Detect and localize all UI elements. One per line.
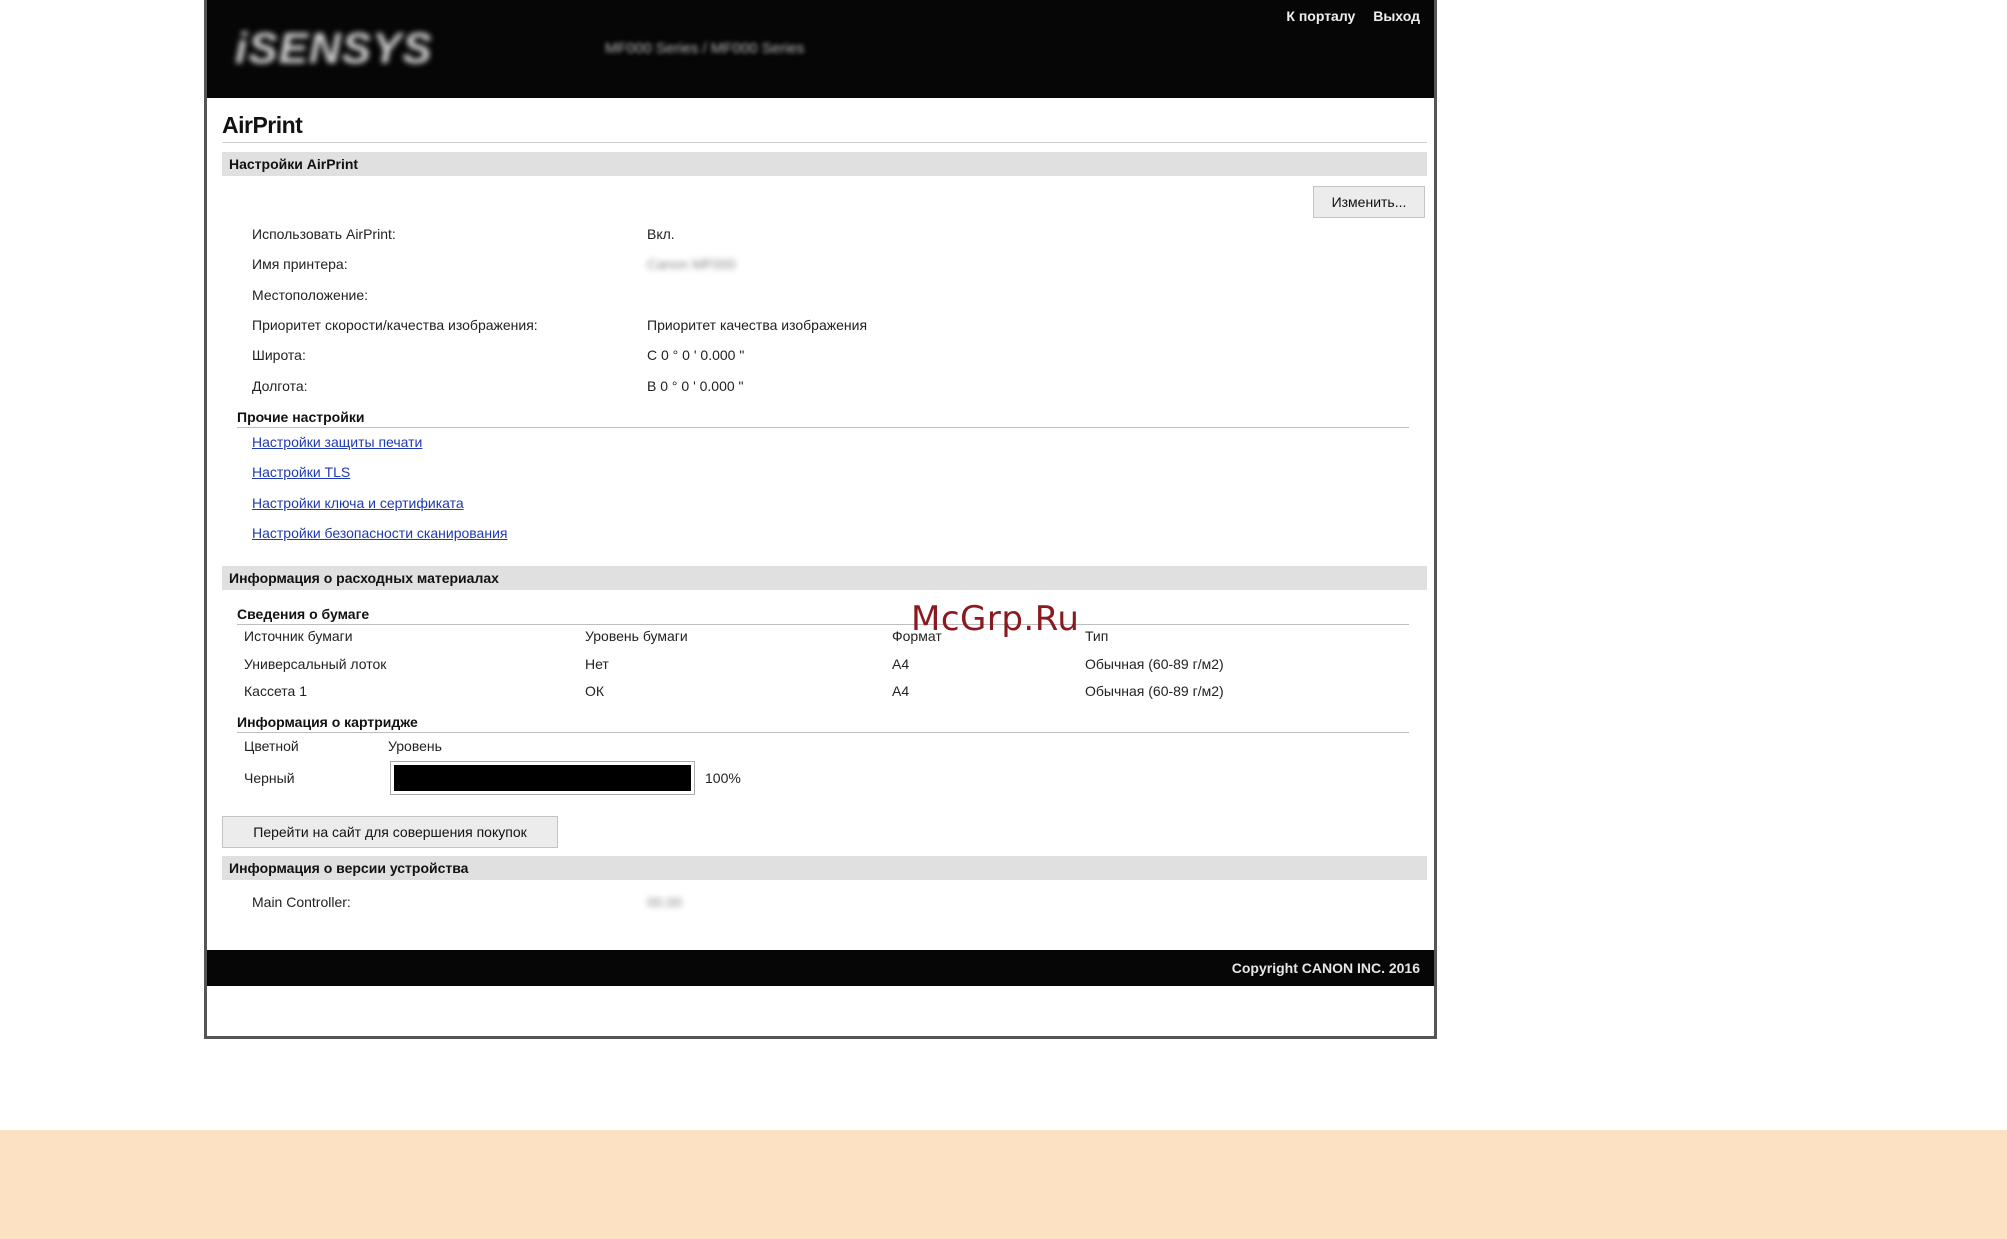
link-tls-settings[interactable]: Настройки TLS [252,464,350,480]
copyright-text: Copyright CANON INC. 2016 [1231,960,1420,976]
latitude-label: Широта: [252,347,306,363]
browser-page: iSENSYS MF000 Series / MF000 Series К по… [204,0,1437,1039]
main-controller-label: Main Controller: [252,894,351,910]
latitude-value: С 0 ° 0 ' 0.000 " [647,347,745,363]
watermark-text: McGrp.Ru [911,599,1080,639]
use-airprint-label: Использовать AirPrint: [252,226,396,242]
paper-info-divider [237,624,1409,625]
toner-level-bar [390,761,695,795]
cartridge-color-black: Черный [244,770,295,786]
longitude-value: В 0 ° 0 ' 0.000 " [647,378,744,394]
table-row-cassette-source: Кассета 1 [244,683,307,699]
table-row-mp-tray-type: Обычная (60-89 г/м2) [1085,656,1224,672]
brand-logo: iSENSYS [235,24,433,73]
other-settings-title: Прочие настройки [237,409,365,425]
title-divider [222,142,1427,143]
section-device-version: Информация о версии устройства [222,856,1427,880]
section-consumables: Информация о расходных материалах [222,566,1427,590]
printer-name-value: Canon MF000 [647,256,736,272]
page-title: AirPrint [222,112,303,138]
cartridge-col-level: Уровень [388,738,442,754]
bottom-band [0,1130,2007,1239]
cartridge-col-color: Цветной [244,738,299,754]
priority-value: Приоритет качества изображения [647,317,868,333]
cartridge-info-divider [237,732,1409,733]
paper-col-level: Уровень бумаги [585,628,688,644]
table-row-cassette-format: A4 [892,683,910,699]
model-name: MF000 Series / MF000 Series [605,40,805,57]
location-label: Местоположение: [252,287,369,303]
shop-site-button[interactable]: Перейти на сайт для совершения покупок [222,816,558,848]
table-row-cassette-level: ОК [585,683,605,699]
logout-link[interactable]: Выход [1373,8,1420,24]
paper-col-source: Источник бумаги [244,628,353,644]
portal-link[interactable]: К порталу [1286,8,1355,24]
edit-button[interactable]: Изменить... [1313,186,1425,218]
link-print-security[interactable]: Настройки защиты печати [252,434,422,450]
footer-bar: Copyright CANON INC. 2016 [207,950,1434,986]
link-scan-security[interactable]: Настройки безопасности сканирования [252,525,507,541]
link-key-certificate[interactable]: Настройки ключа и сертификата [252,495,464,511]
header-bar: iSENSYS MF000 Series / MF000 Series К по… [207,0,1434,98]
cartridge-info-title: Информация о картридже [237,714,418,730]
printer-name-label: Имя принтера: [252,256,348,272]
paper-col-type: Тип [1085,628,1109,644]
other-settings-divider [237,427,1409,428]
main-controller-value: 00.00 [647,894,683,910]
header-links: К порталу Выход [1272,8,1420,24]
toner-level-text: 100% [705,770,741,786]
paper-info-title: Сведения о бумаге [237,606,370,622]
table-row-mp-tray-format: A4 [892,656,910,672]
table-row-mp-tray-level: Нет [585,656,609,672]
table-row-mp-tray-source: Универсальный лоток [244,656,387,672]
section-airprint-settings: Настройки AirPrint [222,152,1427,176]
longitude-label: Долгота: [252,378,308,394]
use-airprint-value: Вкл. [647,226,675,242]
toner-level-fill [394,765,691,791]
table-row-cassette-type: Обычная (60-89 г/м2) [1085,683,1224,699]
priority-label: Приоритет скорости/качества изображения: [252,317,538,333]
